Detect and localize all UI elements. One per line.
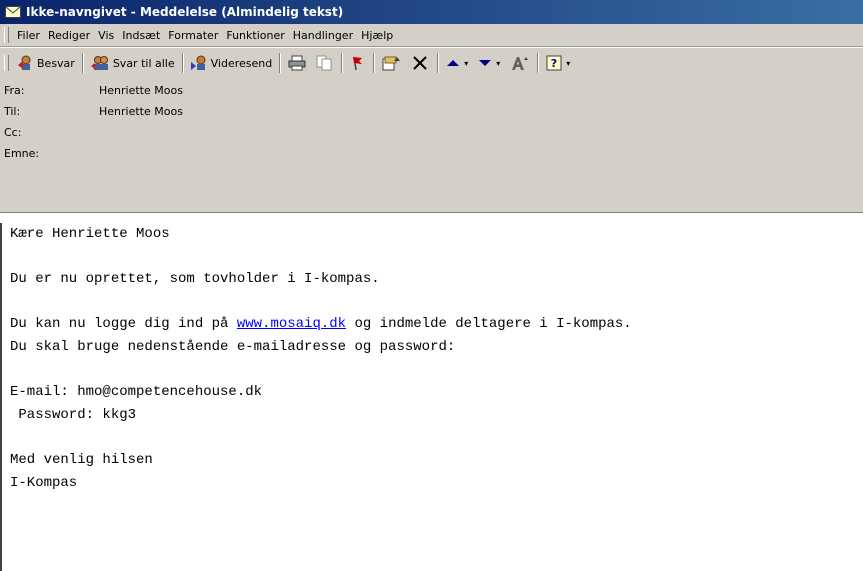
signature-line: I-Kompas [10,475,78,491]
menu-bar: Filer Rediger Vis Indsæt Formater Funkti… [0,24,863,47]
password-line: Password: kkg3 [10,407,137,423]
help-icon: ? [546,55,562,71]
copy-button[interactable] [312,52,338,74]
reply-all-label: Svar til alle [112,56,175,70]
subject-row: Emne: [0,143,863,163]
delete-button[interactable] [408,52,434,74]
greeting-line: Kære Henriette Moos [10,226,170,242]
menubar-grip[interactable] [4,27,9,43]
message-header: Fra: Henriette Moos Til: Henriette Moos … [0,78,863,213]
closing-line: Med venlig hilsen [10,452,153,468]
copy-icon [316,55,332,71]
chevron-down-icon[interactable]: ▾ [566,59,570,68]
previous-item-button[interactable]: ▾ [442,52,474,74]
delete-icon [412,55,428,71]
body-line: Du skal bruge nedenstående e-mailadresse… [10,339,456,355]
forward-button[interactable]: Videresend [187,52,277,74]
from-value[interactable]: Henriette Moos [99,84,183,97]
move-to-folder-button[interactable] [378,52,408,74]
print-button[interactable] [284,52,312,74]
font-size-button[interactable] [506,52,534,74]
body-line: Du er nu oprettet, som tovholder i I-kom… [10,271,380,287]
message-body[interactable]: Kære Henriette Moos Du er nu oprettet, s… [0,223,863,571]
menu-handlinger[interactable]: Handlinger [289,29,357,42]
reply-all-icon [90,55,111,71]
menu-filer[interactable]: Filer [13,29,44,42]
menu-vis[interactable]: Vis [94,29,118,42]
help-button[interactable]: ? ▾ [542,52,576,74]
menu-formater[interactable]: Formater [164,29,222,42]
toolbar-separator [81,53,84,73]
toolbar-separator [279,53,282,73]
body-text: og indmelde deltagere i I-kompas. [346,316,632,332]
toolbar-grip[interactable] [4,55,9,71]
cc-row: Cc: [0,122,863,142]
forward-label: Videresend [210,56,273,70]
flag-icon [350,55,364,71]
from-label: Fra: [4,83,25,97]
reply-all-button[interactable]: Svar til alle [87,52,179,74]
toolbar-separator [437,53,440,73]
up-arrow-icon [446,57,460,69]
envelope-icon [5,5,21,19]
body-line-with-link: Du kan nu logge dig ind på www.mosaiq.dk… [10,316,632,332]
down-arrow-icon [478,57,492,69]
flag-button[interactable] [346,52,370,74]
menu-hjaelp[interactable]: Hjælp [357,29,397,42]
to-label: Til: [4,104,21,118]
font-size-icon [510,55,529,71]
window-title: Ikke-navngivet - Meddelelse (Almindelig … [26,5,344,19]
next-item-button[interactable]: ▾ [474,52,506,74]
to-value[interactable]: Henriette Moos [99,105,183,118]
message-window: Ikke-navngivet - Meddelelse (Almindelig … [0,0,863,571]
chevron-down-icon[interactable]: ▾ [464,59,468,68]
forward-icon [190,55,209,71]
toolbar: Besvar Svar til alle Videresend ▾ ▾ ? ▾ [0,47,863,79]
title-bar[interactable]: Ikke-navngivet - Meddelelse (Almindelig … [0,0,863,24]
menu-indsaet[interactable]: Indsæt [118,29,164,42]
toolbar-separator [373,53,376,73]
email-line: E-mail: hmo@competencehouse.dk [10,384,263,400]
reply-button[interactable]: Besvar [13,52,79,74]
from-row: Fra: Henriette Moos [0,80,863,100]
body-text: Du kan nu logge dig ind på [10,316,237,332]
toolbar-separator [341,53,344,73]
subject-label: Emne: [4,146,40,160]
website-link[interactable]: www.mosaiq.dk [237,316,346,332]
menu-funktioner[interactable]: Funktioner [222,29,288,42]
to-row: Til: Henriette Moos [0,101,863,121]
svg-text:?: ? [551,57,557,70]
cc-label: Cc: [4,125,22,139]
toolbar-separator [181,53,184,73]
menu-rediger[interactable]: Rediger [44,29,94,42]
reply-icon [17,55,35,71]
print-icon [288,55,306,71]
move-to-folder-icon [382,55,402,71]
toolbar-separator [537,53,540,73]
chevron-down-icon[interactable]: ▾ [496,59,500,68]
reply-label: Besvar [37,56,75,70]
